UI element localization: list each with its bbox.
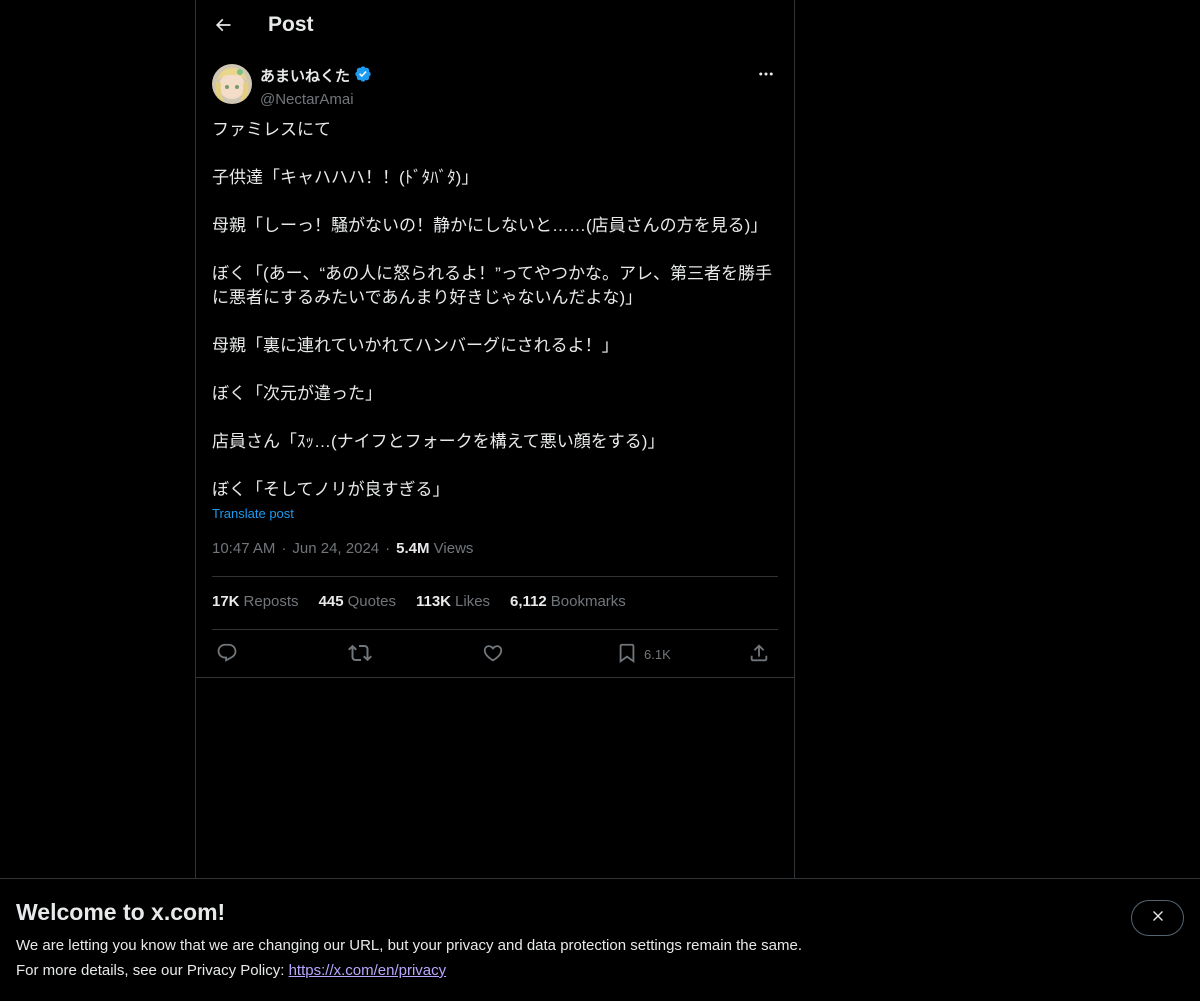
post-header: Post <box>196 0 794 53</box>
tweet-paragraph: 母親「しーっ！騒がないの！静かにしないと……(店員さんの方を見る)」 <box>212 216 768 235</box>
divider <box>212 576 778 577</box>
share-button[interactable] <box>748 640 770 668</box>
bookmark-count: 6.1K <box>644 646 671 662</box>
views-stat: 5.4M Views <box>396 540 473 557</box>
divider <box>196 677 794 678</box>
avatar[interactable] <box>212 64 252 104</box>
tweet-paragraph: ファミレスにて <box>212 120 331 139</box>
engagement-stats: 17K Reposts 445 Quotes 113K Likes 6,112 Book… <box>212 593 626 610</box>
views-count: 5.4M <box>396 540 430 557</box>
more-horizontal-icon <box>757 65 775 88</box>
views-label: Views <box>433 540 474 557</box>
share-icon <box>748 642 770 667</box>
divider <box>212 629 778 630</box>
reposts-stat[interactable]: 17K Reposts <box>212 593 299 610</box>
more-options-button[interactable] <box>754 66 778 86</box>
verified-badge-icon <box>354 65 372 89</box>
arrow-left-icon <box>213 15 233 40</box>
tweet-meta: 10:47 AM · Jun 24, 2024 · 5.4M Views <box>212 540 473 557</box>
like-button[interactable] <box>482 640 504 668</box>
close-banner-button[interactable] <box>1131 900 1184 936</box>
likes-stat[interactable]: 113K Likes <box>416 593 490 610</box>
tweet-paragraph: 子供達「キャハハハ！！(ﾄﾞﾀﾊﾞﾀ)」 <box>212 168 479 187</box>
main-column: Post あまいねくた @NectarAmai ファミレスにて 子供達「キャハハ… <box>195 0 795 878</box>
author-display-name[interactable]: あまいねくた <box>260 67 350 87</box>
close-icon <box>1150 908 1166 929</box>
back-button[interactable] <box>206 10 240 44</box>
banner-policy-line: For more details, see our Privacy Policy… <box>16 962 446 979</box>
page-title: Post <box>268 13 314 36</box>
meta-separator: · <box>385 540 391 557</box>
reply-button[interactable] <box>216 640 238 668</box>
tweet-paragraph: ぼく「次元が違った」 <box>212 384 382 403</box>
repost-icon <box>348 641 372 668</box>
banner-title: Welcome to x.com! <box>16 899 226 925</box>
tweet-paragraph: 母親「裏に連れていかれてハンバーグにされるよ！」 <box>212 336 619 355</box>
author-handle[interactable]: @NectarAmai <box>260 90 372 110</box>
repost-button[interactable] <box>348 640 372 668</box>
bookmark-icon <box>616 642 638 667</box>
banner-message: We are letting you know that we are chan… <box>16 937 802 954</box>
bookmark-button[interactable]: 6.1K <box>616 640 671 668</box>
tweet-time[interactable]: 10:47 AM <box>212 540 275 557</box>
tweet-paragraph: 店員さん「ｽｯ…(ナイフとフォークを構えて悪い顔をする)」 <box>212 432 665 451</box>
privacy-policy-link[interactable]: https://x.com/en/privacy <box>289 962 447 979</box>
tweet-paragraph: ぼく「そしてノリが良すぎる」 <box>212 480 450 499</box>
tweet-date[interactable]: Jun 24, 2024 <box>292 540 379 557</box>
action-bar: 6.1K <box>212 640 782 668</box>
meta-separator: · <box>281 540 287 557</box>
bookmarks-stat[interactable]: 6,112 Bookmarks <box>510 593 626 610</box>
heart-icon <box>482 642 504 667</box>
tweet-paragraph: ぼく「(あー、“あの人に怒られるよ！”ってやつかな。アレ、第三者を勝手 に悪者に… <box>212 264 772 307</box>
author-info: あまいねくた @NectarAmai <box>260 65 372 110</box>
reply-icon <box>216 642 238 667</box>
banner-policy-text: For more details, see our Privacy Policy… <box>16 962 289 979</box>
tweet-text: ファミレスにて 子供達「キャハハハ！！(ﾄﾞﾀﾊﾞﾀ)」 母親「しーっ！騒がない… <box>212 118 782 502</box>
quotes-stat[interactable]: 445 Quotes <box>319 593 396 610</box>
welcome-banner: Welcome to x.com! We are letting you kno… <box>0 878 1200 1001</box>
translate-post-link[interactable]: Translate post <box>212 506 294 521</box>
